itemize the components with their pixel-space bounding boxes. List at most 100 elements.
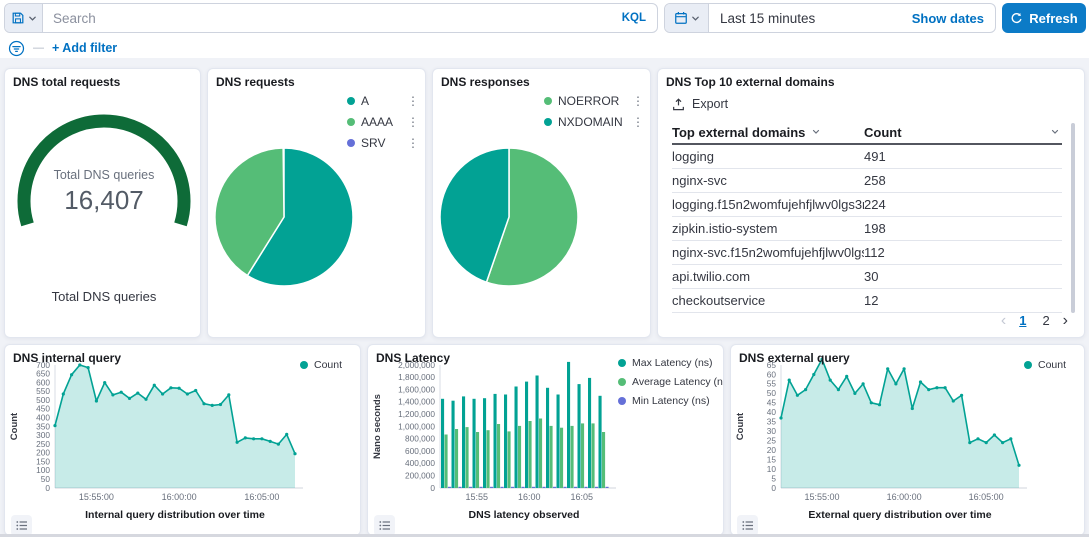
table-row[interactable]: logging491 xyxy=(672,145,1062,169)
chevron-down-icon[interactable] xyxy=(811,127,821,137)
area-chart[interactable]: 0501001502002503003504004505005506006507… xyxy=(5,345,361,536)
table-row[interactable]: logging.f15n2womfujehfjlwv0lgs3nog....22… xyxy=(672,193,1062,217)
time-range-value[interactable]: Last 15 minutes xyxy=(709,11,815,26)
legend-actions-icon[interactable]: ⋮ xyxy=(407,136,419,150)
legend-label: Average Latency (ns) xyxy=(632,376,724,388)
domain-cell: zipkin.istio-system xyxy=(672,221,864,236)
table-row[interactable]: nginx-svc258 xyxy=(672,169,1062,193)
add-filter-button[interactable]: + Add filter xyxy=(52,41,117,55)
filter-icon[interactable] xyxy=(8,40,25,57)
panel-title[interactable]: DNS Top 10 external domains xyxy=(666,75,835,89)
legend-label: AAAA xyxy=(361,115,407,129)
table-row[interactable]: checkoutservice12 xyxy=(672,289,1062,313)
export-button[interactable]: Export xyxy=(672,97,728,111)
svg-text:45: 45 xyxy=(767,398,777,408)
area-chart[interactable]: 05101520253035404550556065CountExternal … xyxy=(731,345,1085,536)
legend-toggle-button[interactable] xyxy=(374,515,395,536)
legend-actions-icon[interactable]: ⋮ xyxy=(632,94,644,108)
show-dates-button[interactable]: Show dates xyxy=(912,11,984,26)
svg-text:1,600,000: 1,600,000 xyxy=(398,384,435,394)
domain-cell: checkoutservice xyxy=(672,293,864,308)
svg-text:150: 150 xyxy=(36,456,50,466)
panel-title[interactable]: DNS requests xyxy=(216,75,295,89)
table-row[interactable]: nginx-svc.f15n2womfujehfjlwv0lgs3no...11… xyxy=(672,241,1062,265)
saved-query-menu-button[interactable] xyxy=(5,4,43,32)
table-row[interactable]: zipkin.istio-system198 xyxy=(672,217,1062,241)
pagination-next-icon[interactable]: › xyxy=(1063,313,1068,329)
count-cell: 258 xyxy=(864,173,1062,188)
legend-item-noerror[interactable]: NOERROR⋮ xyxy=(544,94,644,108)
svg-text:16:00: 16:00 xyxy=(518,492,541,502)
export-icon xyxy=(672,98,685,111)
search-input[interactable] xyxy=(43,11,611,26)
pie-chart[interactable] xyxy=(439,147,579,287)
svg-text:16:00:00: 16:00:00 xyxy=(162,492,197,502)
legend-actions-icon[interactable]: ⋮ xyxy=(407,115,419,129)
table-body: logging491nginx-svc258logging.f15n2womfu… xyxy=(672,145,1062,313)
panel-title[interactable]: DNS total requests xyxy=(13,75,120,89)
list-icon xyxy=(742,520,754,531)
legend-item-srv[interactable]: SRV⋮ xyxy=(347,136,419,150)
panel-dns-external-query: DNS external query 051015202530354045505… xyxy=(730,344,1085,536)
panel-title[interactable]: DNS Latency xyxy=(376,351,450,365)
column-header-count[interactable]: Count xyxy=(864,121,1062,143)
svg-text:1,200,000: 1,200,000 xyxy=(398,409,435,419)
legend-item[interactable]: Count xyxy=(1024,359,1066,371)
panel-dns-top-external-domains: DNS Top 10 external domains Export Top e… xyxy=(657,68,1085,338)
svg-text:50: 50 xyxy=(767,388,777,398)
legend-dot xyxy=(347,118,355,126)
pagination-page-2[interactable]: 2 xyxy=(1039,312,1052,329)
legend-item[interactable]: Average Latency (ns) xyxy=(618,376,724,388)
panel-title[interactable]: DNS internal query xyxy=(13,351,121,365)
legend-item[interactable]: Count xyxy=(300,359,342,371)
domain-cell: logging.f15n2womfujehfjlwv0lgs3nog.... xyxy=(672,197,864,212)
legend-dot xyxy=(300,361,308,369)
legend-item-a[interactable]: A⋮ xyxy=(347,94,419,108)
pie-chart[interactable] xyxy=(214,147,354,287)
legend-item[interactable]: Min Latency (ns) xyxy=(618,395,724,407)
svg-text:Internal query distribution ov: Internal query distribution over time xyxy=(85,509,265,521)
kql-language-button[interactable]: KQL xyxy=(611,12,657,24)
svg-text:300: 300 xyxy=(36,430,50,440)
legend-toggle-button[interactable] xyxy=(11,515,32,536)
list-icon xyxy=(379,520,391,531)
date-quick-select-button[interactable] xyxy=(665,4,709,32)
chevron-down-icon[interactable] xyxy=(1050,127,1060,137)
panel-title[interactable]: DNS external query xyxy=(739,351,850,365)
svg-text:16,407: 16,407 xyxy=(64,185,144,215)
legend-actions-icon[interactable]: ⋮ xyxy=(632,115,644,129)
calendar-icon xyxy=(674,11,688,25)
pie-legend: NOERROR⋮ NXDOMAIN⋮ xyxy=(544,94,644,129)
legend-label: Min Latency (ns) xyxy=(632,395,710,407)
svg-text:16:05: 16:05 xyxy=(570,492,593,502)
count-cell: 198 xyxy=(864,221,1062,236)
svg-text:0: 0 xyxy=(771,483,776,493)
refresh-button[interactable]: Refresh xyxy=(1002,3,1086,33)
svg-text:16:05:00: 16:05:00 xyxy=(969,492,1004,502)
pagination-prev-icon[interactable]: ‹ xyxy=(1001,313,1006,329)
legend-toggle-button[interactable] xyxy=(737,515,758,536)
legend-dot xyxy=(347,97,355,105)
domain-cell: api.twilio.com xyxy=(672,269,864,284)
legend-actions-icon[interactable]: ⋮ xyxy=(407,94,419,108)
legend-item-nxdomain[interactable]: NXDOMAIN⋮ xyxy=(544,115,644,129)
table-row[interactable]: api.twilio.com30 xyxy=(672,265,1062,289)
filter-bar: — + Add filter xyxy=(8,39,117,57)
svg-text:1,400,000: 1,400,000 xyxy=(398,397,435,407)
panel-title[interactable]: DNS responses xyxy=(441,75,530,89)
table-scrollbar[interactable] xyxy=(1071,123,1075,313)
svg-text:35: 35 xyxy=(767,417,777,427)
svg-text:Count: Count xyxy=(735,412,746,440)
svg-text:500: 500 xyxy=(36,395,50,405)
column-header-domains[interactable]: Top external domains xyxy=(672,121,864,143)
pagination-page-1[interactable]: 1 xyxy=(1016,312,1029,329)
legend-label: A xyxy=(361,94,407,108)
saved-query-icon xyxy=(11,11,25,25)
legend-item-aaaa[interactable]: AAAA⋮ xyxy=(347,115,419,129)
legend-item[interactable]: Max Latency (ns) xyxy=(618,357,724,369)
gauge-chart[interactable]: Total DNS queries16,407Total DNS queries xyxy=(5,97,201,337)
legend-dot xyxy=(618,359,626,367)
chevron-down-icon xyxy=(691,14,700,23)
list-icon xyxy=(16,520,28,531)
chevron-down-icon xyxy=(28,14,37,23)
